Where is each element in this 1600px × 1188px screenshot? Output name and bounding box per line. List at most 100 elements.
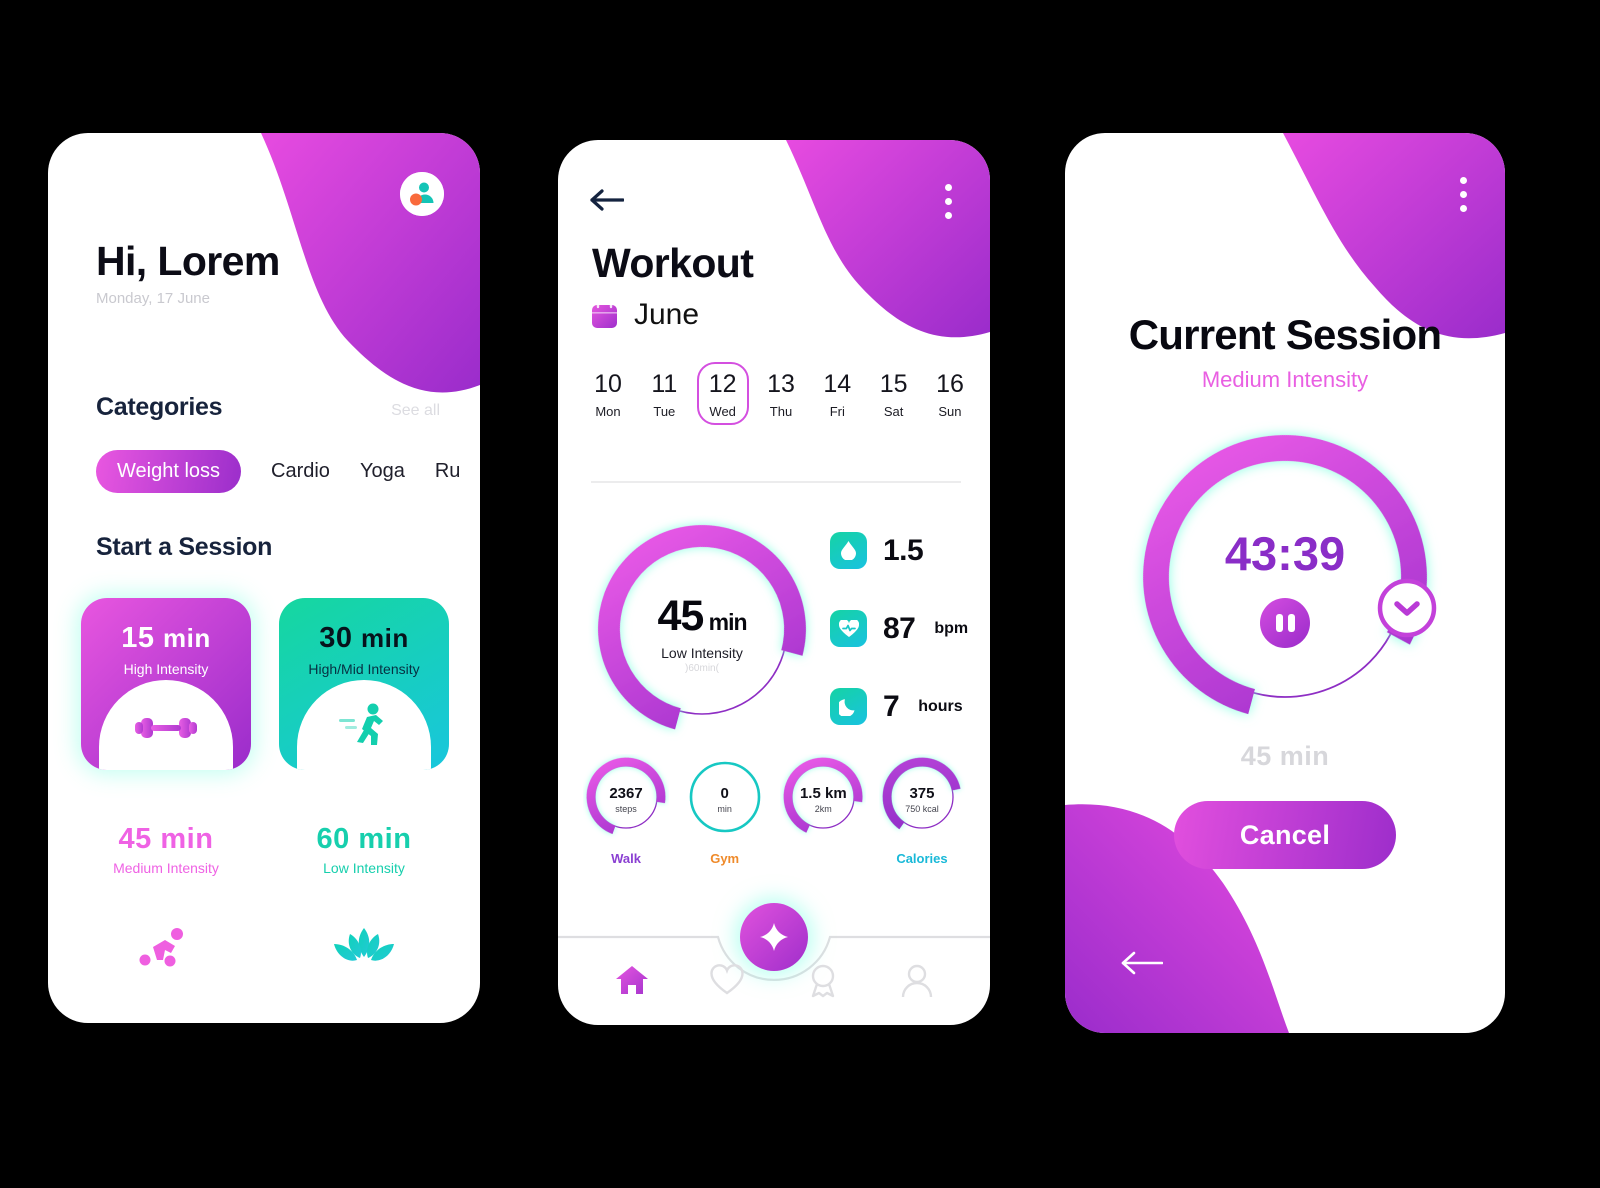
page-title: Hi, Lorem: [96, 238, 280, 284]
kebab-menu-icon: [1460, 177, 1467, 184]
session-option-60min[interactable]: 60 min Low Intensity: [279, 823, 449, 876]
screen-home: Hi, Lorem Monday, 17 June Categories See…: [48, 133, 480, 1023]
running-icon: [279, 703, 449, 750]
session-tile-duration: 30 min: [319, 622, 409, 654]
category-chip-cardio[interactable]: Cardio: [271, 460, 330, 483]
mini-ring-label: Walk: [611, 851, 641, 866]
dumbbell-icon: [81, 711, 251, 750]
mini-ring-walk[interactable]: 2367 steps Walk: [583, 754, 669, 866]
page-title: Current Session: [1128, 311, 1442, 358]
day-cell-13[interactable]: 13 Thu: [757, 362, 805, 425]
back-arrow-icon: [1121, 951, 1164, 975]
lotus-icon: [279, 925, 449, 974]
back-button[interactable]: [1121, 950, 1164, 981]
section-divider: [591, 481, 961, 483]
ring-value: 45 min: [657, 592, 747, 640]
heart-icon: [710, 964, 744, 995]
mini-ring-distance[interactable]: 1.5 km 2km: [780, 754, 866, 866]
session-option-intensity: Medium Intensity: [113, 860, 219, 876]
ring-handle[interactable]: [1377, 578, 1437, 638]
session-progress-ring: 43:39: [1126, 418, 1444, 736]
greeting-block: Hi, Lorem Monday, 17 June: [96, 238, 280, 307]
session-duration-caption: 45 min: [1240, 741, 1330, 771]
moon-icon: [830, 688, 867, 725]
avatar[interactable]: [400, 172, 444, 216]
pause-button[interactable]: [1260, 598, 1310, 648]
screen-current-session: Current Session Medium Intensity 43:39 4…: [1065, 133, 1505, 1033]
session-timer: 43:39: [1224, 527, 1346, 580]
see-all-link[interactable]: See all: [391, 402, 440, 420]
bottom-navigation: [558, 895, 990, 1025]
mini-ring-label: Calories: [896, 851, 948, 866]
badge-icon: [811, 964, 834, 998]
main-progress-ring: 45 min Low Intensity )60min(: [588, 515, 816, 743]
session-tile-row: 15 min High Intensity 30 min High/Mid In…: [81, 598, 449, 770]
mini-ring-unit: min: [717, 804, 732, 814]
stat-list: 1.5 87 bpm 7 hours: [830, 532, 968, 725]
plus-icon: [760, 923, 788, 951]
screenshot-canvas: Hi, Lorem Monday, 17 June Categories See…: [0, 0, 1600, 1188]
category-chip-row[interactable]: Weight loss Cardio Yoga Ru: [96, 450, 460, 493]
session-tile-30min[interactable]: 30 min High/Mid Intensity: [279, 598, 449, 770]
category-chip-yoga[interactable]: Yoga: [360, 460, 405, 483]
mini-ring-gym[interactable]: 0 min Gym: [682, 754, 768, 866]
home-icon: [615, 966, 648, 994]
stat-sleep: 7 hours: [830, 688, 968, 725]
day-cell-10[interactable]: 10 Mon: [584, 362, 632, 425]
category-chip-running[interactable]: Ru: [435, 460, 461, 483]
nav-item-home[interactable]: [615, 964, 649, 1003]
session-tile-15min[interactable]: 15 min High Intensity: [81, 598, 251, 770]
skating-icon: [81, 925, 251, 974]
session-option-45min[interactable]: 45 min Medium Intensity: [81, 823, 251, 876]
person-icon: [902, 964, 933, 998]
month-selector[interactable]: June: [591, 298, 699, 332]
mini-ring-unit: 750 kcal: [905, 804, 939, 814]
start-session-title: Start a Session: [96, 533, 273, 561]
stat-value: 87: [883, 611, 916, 645]
cancel-button[interactable]: Cancel: [1174, 801, 1396, 869]
back-button[interactable]: [590, 188, 625, 217]
mini-ring-unit: steps: [615, 804, 637, 814]
category-chip-weight-loss[interactable]: Weight loss: [96, 450, 242, 493]
user-avatar-icon: [400, 172, 444, 216]
ring-label: Low Intensity: [661, 645, 743, 661]
week-day-strip[interactable]: 10 Mon 11 Tue 12 Wed 13 Thu 14 Fri 15 Sa…: [584, 362, 974, 425]
kebab-menu-button[interactable]: [1460, 177, 1467, 212]
stat-heart-rate: 87 bpm: [830, 610, 968, 647]
session-tile-intensity: High/Mid Intensity: [308, 661, 420, 677]
nav-item-profile[interactable]: [901, 964, 933, 1003]
stat-value: 1.5: [883, 533, 924, 567]
kebab-menu-icon: [945, 184, 952, 191]
water-drop-icon: [830, 532, 867, 569]
heart-pulse-icon: [830, 610, 867, 647]
kebab-menu-button[interactable]: [945, 184, 952, 219]
current-date: Monday, 17 June: [96, 290, 210, 307]
session-tile-intensity: High Intensity: [123, 661, 209, 677]
pause-icon: [1275, 614, 1283, 632]
mini-ring-value: 375: [909, 785, 935, 802]
add-workout-button[interactable]: [740, 903, 808, 971]
screen-workout: Workout June 10 Mon 11 Tue 12 Wed 13 Thu…: [558, 140, 990, 1025]
nav-icon-row: [558, 964, 990, 1003]
nav-item-achievements[interactable]: [806, 964, 840, 1003]
ring-value-block: 45 min Low Intensity )60min(: [588, 592, 816, 675]
mini-ring-value: 1.5 km: [799, 785, 847, 802]
day-cell-12-selected[interactable]: 12 Wed: [696, 362, 749, 425]
mini-ring-row: 2367 steps Walk 0 min Gym 1.5 km 2km 375…: [583, 754, 965, 866]
calendar-icon: [592, 301, 617, 328]
day-cell-11[interactable]: 11 Tue: [640, 362, 688, 425]
day-cell-15[interactable]: 15 Sat: [870, 362, 918, 425]
categories-title: Categories: [96, 393, 223, 421]
mini-ring-calories[interactable]: 375 750 kcal Calories: [879, 754, 965, 866]
stat-unit: bpm: [934, 619, 969, 637]
day-cell-16[interactable]: 16 Sun: [926, 362, 974, 425]
session-option-duration: 60 min: [316, 823, 412, 855]
mini-ring-label: Gym: [710, 851, 740, 866]
nav-item-favorites[interactable]: [710, 964, 744, 1003]
day-cell-14[interactable]: 14 Fri: [813, 362, 861, 425]
stat-water: 1.5: [830, 532, 968, 569]
categories-header: Categories See all: [96, 393, 440, 422]
session-option-intensity: Low Intensity: [323, 860, 405, 876]
month-label: June: [634, 298, 700, 331]
page-title: Workout: [592, 240, 754, 286]
